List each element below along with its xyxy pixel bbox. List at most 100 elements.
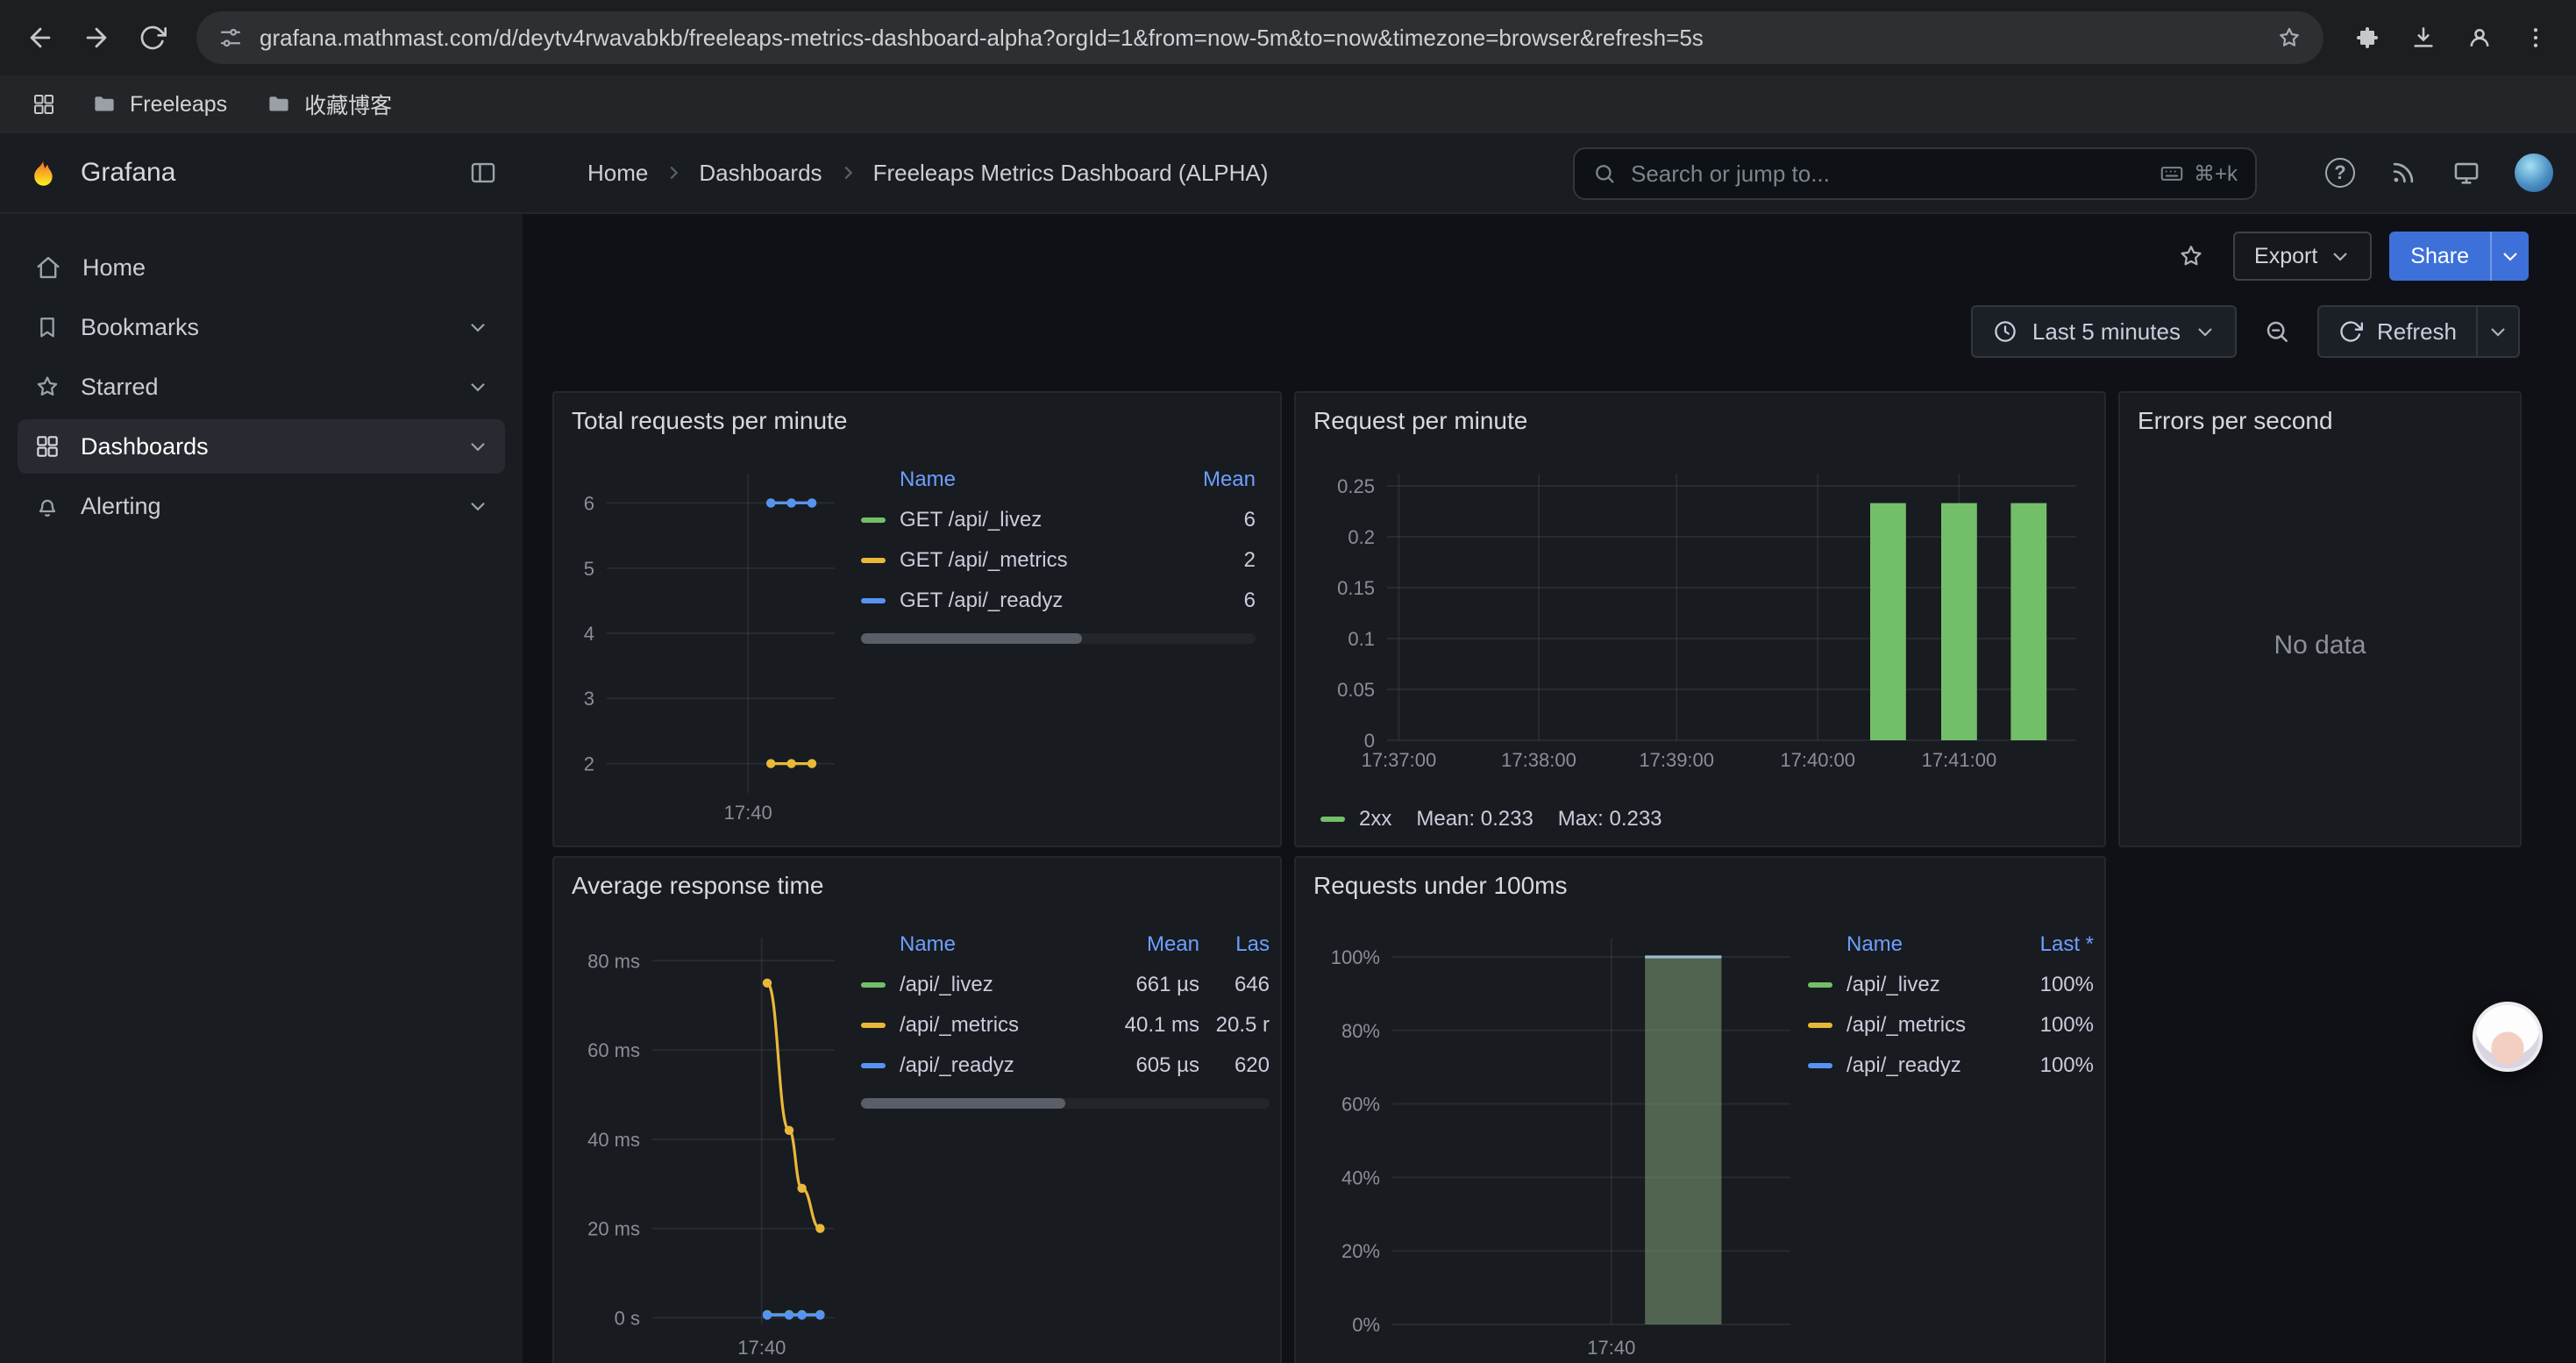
- series-name[interactable]: /api/_livez: [1847, 973, 1999, 997]
- export-button[interactable]: Export: [2233, 232, 2372, 281]
- series-color[interactable]: [861, 982, 886, 988]
- svg-text:2: 2: [584, 753, 594, 775]
- chevron-down-icon[interactable]: [466, 435, 489, 458]
- legend-scrollbar[interactable]: [861, 1098, 1270, 1109]
- star-icon: [33, 373, 61, 401]
- forward-button[interactable]: [70, 11, 123, 64]
- series-color[interactable]: [861, 598, 886, 603]
- breadcrumb-dashboards[interactable]: Dashboards: [699, 160, 822, 187]
- folder-icon: [266, 91, 292, 118]
- search-box[interactable]: ⌘+k: [1573, 147, 2257, 200]
- url-bar[interactable]: grafana.mathmast.com/d/deytv4rwavabkb/fr…: [196, 11, 2323, 64]
- sidebar-item-starred[interactable]: Starred: [18, 360, 505, 414]
- total-requests-chart[interactable]: 6543217:40: [568, 463, 849, 828]
- grafana-topnav: Grafana Home Dashboards Freeleaps Metric…: [0, 133, 2576, 214]
- svg-text:40%: 40%: [1341, 1167, 1380, 1188]
- zoom-out-icon[interactable]: [2251, 305, 2303, 358]
- series-color[interactable]: [861, 558, 886, 563]
- legend-col[interactable]: Last *: [1999, 932, 2094, 957]
- svg-text:80%: 80%: [1341, 1020, 1380, 1042]
- chevron-down-icon[interactable]: [466, 495, 489, 517]
- svg-text:17:40: 17:40: [737, 1337, 786, 1359]
- series-name[interactable]: GET /api/_metrics: [900, 548, 1157, 573]
- series-name[interactable]: /api/_metrics: [900, 1013, 1087, 1038]
- news-icon[interactable]: [2388, 158, 2418, 188]
- series-name[interactable]: /api/_readyz: [900, 1053, 1087, 1078]
- legend-col[interactable]: Mean: [1157, 467, 1256, 492]
- panel-title[interactable]: Total requests per minute: [572, 407, 847, 435]
- chevron-down-icon[interactable]: [466, 375, 489, 398]
- legend-col-name[interactable]: Name: [900, 932, 1087, 957]
- downloads-icon[interactable]: [2397, 11, 2450, 64]
- average-response-time-chart[interactable]: 80 ms60 ms40 ms20 ms0 s17:40: [568, 928, 849, 1363]
- refresh-button[interactable]: Refresh: [2317, 305, 2520, 358]
- bookmark-label: Freeleaps: [130, 92, 227, 118]
- bookmark-folder-blog[interactable]: 收藏博客: [252, 82, 406, 127]
- series-name[interactable]: GET /api/_readyz: [900, 589, 1157, 613]
- favorite-star-icon[interactable]: [2167, 232, 2216, 281]
- bookmark-folder-freeleaps[interactable]: Freeleaps: [77, 84, 241, 125]
- share-menu-chevron[interactable]: [2490, 232, 2529, 281]
- series-color[interactable]: [1808, 982, 1832, 988]
- sidebar-item-dashboards[interactable]: Dashboards: [18, 419, 505, 474]
- series-color[interactable]: [1320, 817, 1345, 822]
- legend-col-name[interactable]: Name: [900, 467, 1157, 492]
- breadcrumb: Home Dashboards Freeleaps Metrics Dashbo…: [523, 160, 1268, 187]
- panel-title[interactable]: Requests under 100ms: [1313, 872, 1568, 900]
- series-name[interactable]: /api/_livez: [900, 973, 1087, 997]
- sidebar-item-alerting[interactable]: Alerting: [18, 479, 505, 533]
- site-info-icon[interactable]: [217, 25, 244, 51]
- series-name[interactable]: /api/_metrics: [1847, 1013, 1999, 1038]
- series-color[interactable]: [861, 1063, 886, 1068]
- extensions-icon[interactable]: [2341, 11, 2394, 64]
- sidebar-item-label: Home: [82, 254, 489, 282]
- grafana-logo-block: Grafana: [0, 133, 523, 212]
- series-color[interactable]: [1808, 1063, 1832, 1068]
- browser-menu-icon[interactable]: [2509, 11, 2562, 64]
- series-color[interactable]: [1808, 1023, 1832, 1028]
- svg-text:17:39:00: 17:39:00: [1639, 749, 1714, 771]
- legend-col[interactable]: Las: [1199, 932, 1270, 957]
- time-controls: Last 5 minutes Refresh: [1971, 305, 2520, 358]
- legend-value: 20.5 r: [1199, 1013, 1270, 1038]
- series-name[interactable]: /api/_readyz: [1847, 1053, 1999, 1078]
- series-color[interactable]: [861, 517, 886, 523]
- sidebar-item-home[interactable]: Home: [18, 240, 505, 295]
- grafana-logo[interactable]: [25, 154, 61, 191]
- search-input[interactable]: [1631, 161, 2145, 188]
- share-button[interactable]: Share: [2389, 232, 2529, 281]
- folder-icon: [91, 91, 117, 118]
- chevron-down-icon[interactable]: [466, 316, 489, 339]
- assistant-avatar[interactable]: [2473, 1002, 2543, 1072]
- dock-sidebar-icon[interactable]: [468, 158, 498, 188]
- help-icon[interactable]: ?: [2325, 158, 2355, 188]
- series-color[interactable]: [861, 1023, 886, 1028]
- panel-title[interactable]: Average response time: [572, 872, 823, 900]
- legend-scrollbar[interactable]: [861, 633, 1256, 644]
- breadcrumb-home[interactable]: Home: [587, 160, 648, 187]
- dashboard-actions: Export Share: [2167, 232, 2529, 281]
- svg-text:0.1: 0.1: [1348, 628, 1375, 650]
- refresh-interval-chevron[interactable]: [2476, 307, 2518, 356]
- legend-row: /api/_livez100%: [1808, 965, 2094, 1005]
- apps-grid-icon[interactable]: [21, 82, 67, 127]
- series-name[interactable]: 2xx: [1359, 807, 1391, 831]
- legend-col-name[interactable]: Name: [1847, 932, 1999, 957]
- profile-icon[interactable]: [2453, 11, 2506, 64]
- requests-under-100ms-chart[interactable]: 100%80%60%40%20%0%17:40: [1313, 928, 1804, 1363]
- bookmark-label: 收藏博客: [304, 89, 392, 120]
- svg-text:17:37:00: 17:37:00: [1362, 749, 1437, 771]
- sidebar-menu: Home Bookmarks StarredDashboardsAlerting: [0, 240, 523, 533]
- bookmark-star-icon[interactable]: [2276, 25, 2302, 51]
- kiosk-monitor-icon[interactable]: [2451, 158, 2481, 188]
- request-per-minute-chart[interactable]: 0.250.20.150.10.05017:37:0017:38:0017:39…: [1313, 463, 2090, 775]
- panel-title[interactable]: Errors per second: [2138, 407, 2333, 435]
- back-button[interactable]: [14, 11, 67, 64]
- panel-title[interactable]: Request per minute: [1313, 407, 1527, 435]
- reload-button[interactable]: [126, 11, 179, 64]
- legend-col[interactable]: Mean: [1087, 932, 1199, 957]
- series-name[interactable]: GET /api/_livez: [900, 508, 1157, 532]
- time-range-picker[interactable]: Last 5 minutes: [1971, 305, 2237, 358]
- user-avatar[interactable]: [2515, 153, 2553, 192]
- sidebar-item-bookmarks[interactable]: Bookmarks: [18, 300, 505, 354]
